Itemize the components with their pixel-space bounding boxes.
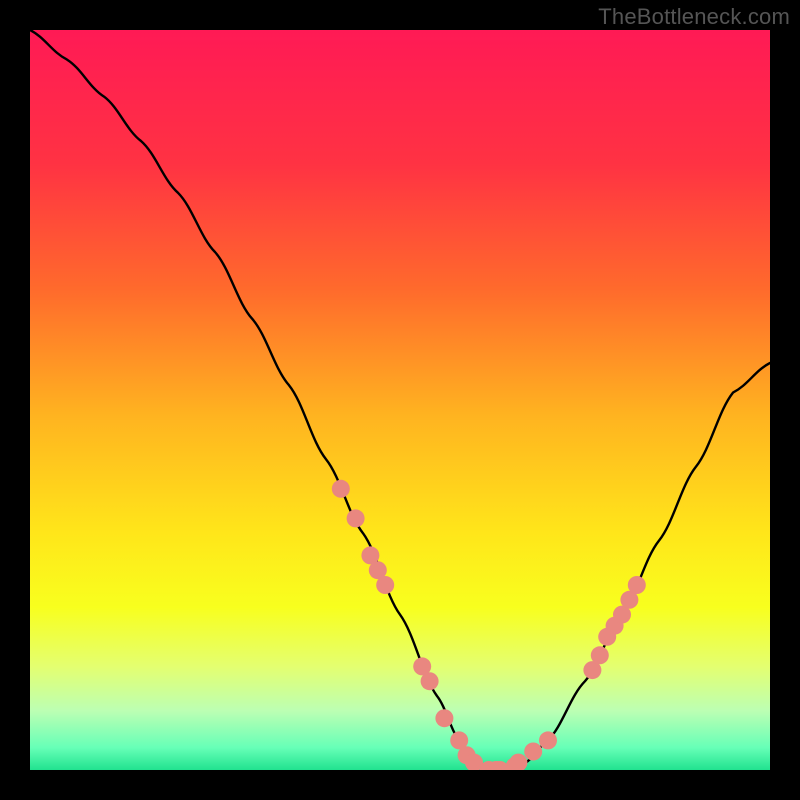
watermark-text: TheBottleneck.com <box>598 4 790 30</box>
marker-dot <box>628 576 646 594</box>
marker-dot <box>509 754 527 770</box>
marker-dot <box>539 731 557 749</box>
marker-dot <box>435 709 453 727</box>
marker-dot <box>421 672 439 690</box>
marker-dot <box>332 480 350 498</box>
marker-dot <box>376 576 394 594</box>
chart-frame <box>30 30 770 770</box>
highlight-markers <box>332 480 646 770</box>
bottleneck-curve <box>30 30 770 770</box>
marker-dot <box>591 646 609 664</box>
marker-dot <box>524 743 542 761</box>
chart-overlay <box>30 30 770 770</box>
marker-dot <box>347 509 365 527</box>
